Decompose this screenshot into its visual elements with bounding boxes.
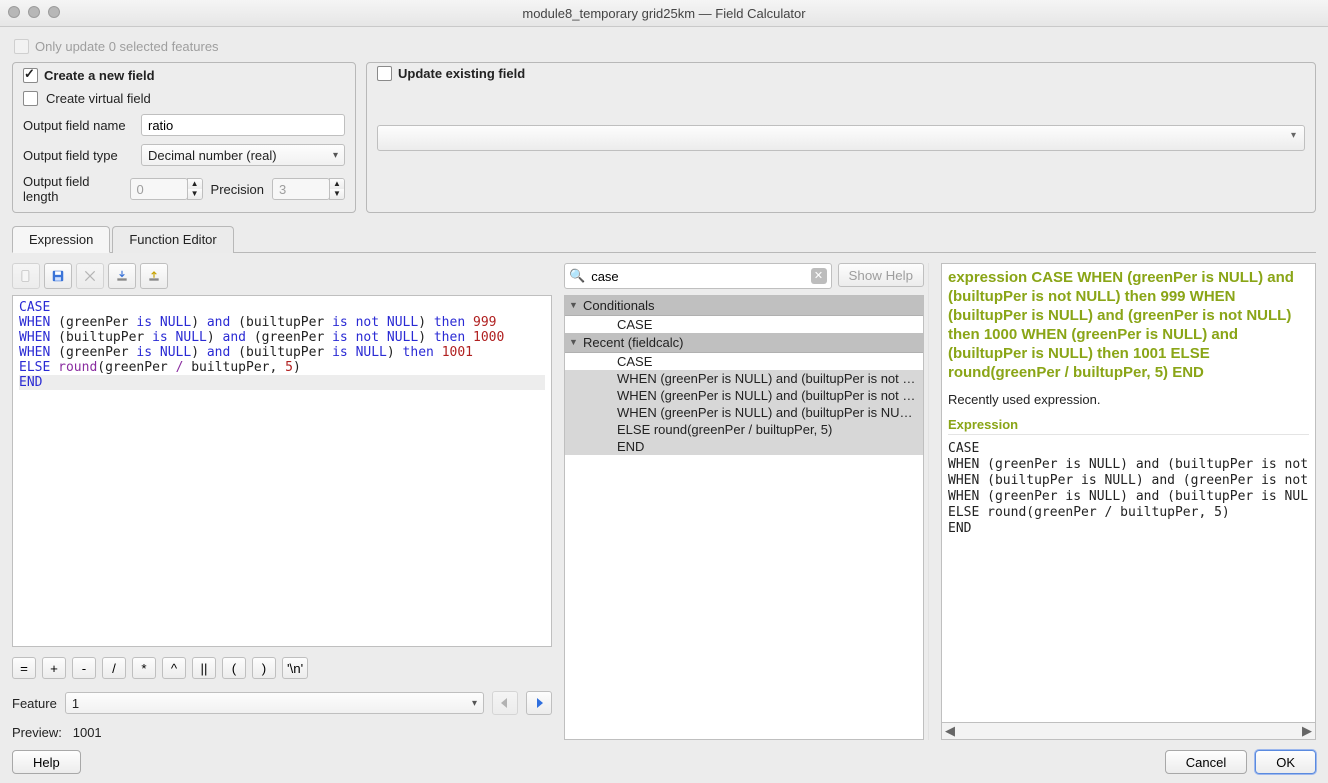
preview-value: 1001 <box>73 725 102 740</box>
tree-group-header[interactable]: ▼Conditionals <box>565 296 923 316</box>
operator-button[interactable]: ^ <box>162 657 186 679</box>
help-recently-used: Recently used expression. <box>948 392 1309 407</box>
chevron-down-icon: ▼ <box>569 300 578 310</box>
close-icon[interactable] <box>8 6 20 18</box>
tree-item[interactable]: WHEN (greenPer is NULL) and (builtupPer … <box>565 370 923 387</box>
existing-field-combo[interactable] <box>377 125 1305 151</box>
create-virtual-field-checkbox[interactable] <box>23 91 38 106</box>
help-expression-heading: Expression <box>948 417 1309 435</box>
operator-button[interactable]: = <box>12 657 36 679</box>
clear-search-icon[interactable]: ✕ <box>811 268 827 284</box>
operator-button[interactable]: + <box>42 657 66 679</box>
help-expression-body: CASE WHEN (greenPer is NULL) and (builtu… <box>948 441 1309 537</box>
help-button[interactable]: Help <box>12 750 81 774</box>
feature-value: 1 <box>72 696 79 711</box>
import-button[interactable] <box>108 263 136 289</box>
new-file-button[interactable] <box>12 263 40 289</box>
tree-item[interactable]: CASE <box>565 353 923 370</box>
scroll-right-icon[interactable]: ▶ <box>1299 723 1315 739</box>
create-virtual-field-label: Create virtual field <box>46 91 151 106</box>
operator-button[interactable]: / <box>102 657 126 679</box>
zoom-icon[interactable] <box>48 6 60 18</box>
update-existing-field-checkbox[interactable] <box>377 66 392 81</box>
clear-button[interactable] <box>76 263 104 289</box>
create-new-field-group: Create a new field Create virtual field … <box>12 62 356 213</box>
operator-button[interactable]: ( <box>222 657 246 679</box>
cancel-button[interactable]: Cancel <box>1165 750 1247 774</box>
length-spin-buttons: ▲▼ <box>187 178 203 200</box>
tab-function-editor[interactable]: Function Editor <box>112 226 233 253</box>
editor-tabbar: Expression Function Editor <box>12 225 1316 253</box>
tree-group-header[interactable]: ▼Recent (fieldcalc) <box>565 333 923 353</box>
function-search[interactable]: 🔍 ✕ <box>564 263 832 289</box>
feature-prev-button[interactable] <box>492 691 518 715</box>
minimize-icon[interactable] <box>28 6 40 18</box>
operator-row: = +-/ * ^ || () '\n' <box>12 657 552 679</box>
only-update-selected-row: Only update 0 selected features <box>12 37 1316 62</box>
show-help-button[interactable]: Show Help <box>838 263 924 287</box>
output-field-type-label: Output field type <box>23 148 133 163</box>
window-titlebar: module8_temporary grid25km — Field Calcu… <box>0 0 1328 27</box>
tree-item[interactable]: CASE <box>565 316 923 333</box>
only-update-selected-label: Only update 0 selected features <box>35 39 219 54</box>
precision-spin-buttons: ▲▼ <box>329 178 345 200</box>
tree-item[interactable]: END <box>565 438 923 455</box>
export-button[interactable] <box>140 263 168 289</box>
feature-combo[interactable]: 1 <box>65 692 484 714</box>
function-tree[interactable]: ▼ConditionalsCASE▼Recent (fieldcalc)CASE… <box>564 295 924 740</box>
feature-label: Feature <box>12 696 57 711</box>
only-update-selected-checkbox <box>14 39 29 54</box>
save-button[interactable] <box>44 263 72 289</box>
search-icon: 🔍 <box>569 268 585 284</box>
output-field-type-combo[interactable]: Decimal number (real) <box>141 144 345 166</box>
update-existing-field-group: Update existing field <box>366 62 1316 213</box>
output-field-length-input <box>130 178 188 200</box>
output-field-length-label: Output field length <box>23 174 122 204</box>
tree-item[interactable]: WHEN (greenPer is NULL) and (builtupPer … <box>565 404 923 421</box>
help-title: expression CASE WHEN (greenPer is NULL) … <box>948 268 1309 382</box>
editor-toolbar <box>12 263 552 289</box>
tab-expression[interactable]: Expression <box>12 226 110 253</box>
operator-button[interactable]: - <box>72 657 96 679</box>
tree-item[interactable]: ELSE round(greenPer / builtupPer, 5) <box>565 421 923 438</box>
feature-next-button[interactable] <box>526 691 552 715</box>
operator-button[interactable]: '\n' <box>282 657 308 679</box>
operator-button[interactable]: || <box>192 657 216 679</box>
help-panel: expression CASE WHEN (greenPer is NULL) … <box>941 263 1316 723</box>
update-existing-field-label: Update existing field <box>398 66 525 81</box>
chevron-down-icon: ▼ <box>569 337 578 347</box>
function-search-input[interactable] <box>589 268 810 285</box>
window-title: module8_temporary grid25km — Field Calcu… <box>522 6 805 21</box>
scroll-left-icon[interactable]: ◀ <box>942 723 958 739</box>
precision-input <box>272 178 330 200</box>
ok-button[interactable]: OK <box>1255 750 1316 774</box>
create-new-field-checkbox[interactable] <box>23 68 38 83</box>
create-new-field-label: Create a new field <box>44 68 155 83</box>
output-field-name-input[interactable] <box>141 114 345 136</box>
output-field-name-label: Output field name <box>23 118 133 133</box>
operator-button[interactable]: ) <box>252 657 276 679</box>
dialog-footer: Help Cancel OK <box>0 740 1328 783</box>
help-horizontal-scrollbar[interactable]: ◀ ▶ <box>941 723 1316 740</box>
output-field-type-value: Decimal number (real) <box>148 148 277 163</box>
window-traffic-lights <box>8 6 60 18</box>
tree-item[interactable]: WHEN (greenPer is NULL) and (builtupPer … <box>565 387 923 404</box>
expression-editor[interactable]: CASE WHEN (greenPer is NULL) and (builtu… <box>12 295 552 647</box>
precision-label: Precision <box>211 182 264 197</box>
operator-button[interactable]: * <box>132 657 156 679</box>
preview-label: Preview: <box>12 725 62 740</box>
